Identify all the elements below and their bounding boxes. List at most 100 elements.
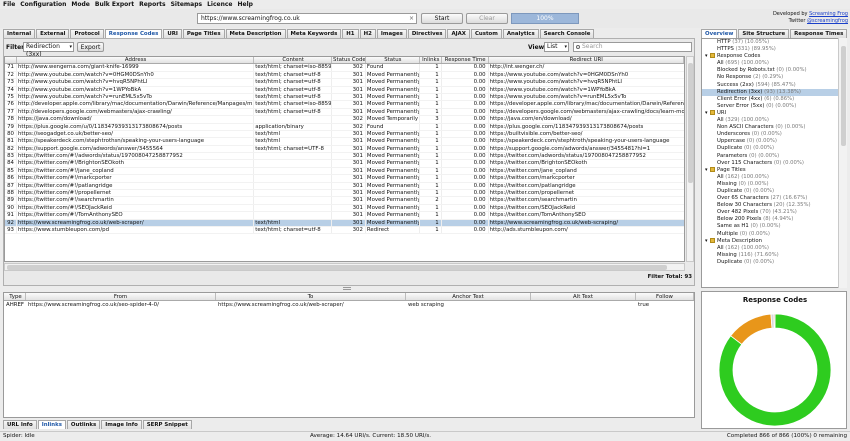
tab-internal[interactable]: Internal bbox=[3, 29, 36, 38]
column-header-row-number[interactable] bbox=[5, 57, 17, 64]
menu-item-file[interactable]: File bbox=[3, 1, 15, 8]
tree-item[interactable]: Over 115 Characters (0) (0.00%) bbox=[702, 160, 846, 167]
menu-item-reports[interactable]: Reports bbox=[139, 1, 166, 8]
table-row[interactable]: 71 http://www.wengerna.com/giant-knife-16… bbox=[5, 64, 684, 72]
tree-item[interactable]: HTTPS (331) (89.95%) bbox=[702, 46, 846, 53]
table-row[interactable]: 75 http://www.youtube.com/watch?v=runEML5… bbox=[5, 93, 684, 102]
view-select[interactable]: List ▾ bbox=[544, 42, 569, 52]
filter-select[interactable]: Redirection (3xx) ▾ bbox=[23, 42, 74, 58]
tree-item[interactable]: All (695) (100.00%) bbox=[702, 60, 846, 67]
tree-item[interactable]: Over 482 Pixels (70) (43.21%) bbox=[702, 209, 846, 216]
tab-response-codes[interactable]: Response Codes bbox=[104, 29, 163, 38]
tree-item[interactable]: Duplicate (0) (0.00%) bbox=[702, 145, 846, 152]
twitter-link[interactable]: @screamingfrog bbox=[807, 18, 848, 24]
tab-uri[interactable]: URI bbox=[163, 29, 182, 38]
start-button[interactable]: Start bbox=[421, 13, 463, 24]
menu-item-configuration[interactable]: Configuration bbox=[20, 1, 66, 8]
table-row[interactable]: 90 https://twitter.com/#!/SEOJackReid 301 M… bbox=[5, 204, 684, 213]
tab-page-titles[interactable]: Page Titles bbox=[182, 29, 225, 38]
scroll-thumb[interactable] bbox=[7, 265, 667, 270]
tab-images[interactable]: Images bbox=[376, 29, 407, 38]
table-row[interactable]: 85 https://twitter.com/#!/jane_copland 301… bbox=[5, 167, 684, 176]
column-header-anchor-text[interactable]: Anchor Text bbox=[406, 293, 531, 300]
tree-group[interactable]: ▾ URI bbox=[702, 109, 846, 117]
menu-item-licence[interactable]: Licence bbox=[207, 1, 232, 8]
table-row[interactable]: 73 http://www.youtube.com/watch?v=hvqR5NP… bbox=[5, 79, 684, 87]
tab-serp-snippet[interactable]: SERP Snippet bbox=[142, 420, 192, 429]
export-button[interactable]: Export bbox=[77, 42, 104, 52]
tree-group[interactable]: ▾ Meta Description bbox=[702, 237, 846, 245]
column-header-address[interactable]: Address bbox=[17, 57, 255, 64]
column-header-redirect-uri[interactable]: Redirect URI bbox=[489, 57, 684, 64]
scroll-thumb[interactable] bbox=[688, 63, 693, 183]
table-row[interactable]: 87 https://twitter.com/#!/patlangridge 301… bbox=[5, 182, 684, 191]
tab-url-info[interactable]: URL Info bbox=[3, 420, 37, 429]
tab-overview[interactable]: Overview bbox=[701, 29, 738, 38]
menu-item-mode[interactable]: Mode bbox=[71, 1, 89, 8]
collapse-icon[interactable]: ▾ bbox=[705, 53, 709, 60]
tree-item[interactable]: Missing (116) (71.60%) bbox=[702, 252, 846, 259]
table-row[interactable]: 81 https://speakerdeck.com/stephtrothsn/s… bbox=[5, 138, 684, 146]
tree-item[interactable]: All (162) (100.00%) bbox=[702, 245, 846, 252]
table-row[interactable]: 76 http://developer.apple.com/library/mac… bbox=[5, 101, 684, 109]
column-header-inlinks[interactable]: Inlinks bbox=[420, 57, 442, 64]
tab-image-info[interactable]: Image Info bbox=[101, 420, 142, 429]
tree-item[interactable]: Duplicate (0) (0.00%) bbox=[702, 259, 846, 266]
tab-h1[interactable]: H1 bbox=[342, 29, 359, 38]
column-header-content[interactable]: Content bbox=[254, 57, 333, 64]
table-row[interactable]: 92 https://www.screamingfrog.co.uk/web-sc… bbox=[5, 219, 684, 227]
tab-meta-description[interactable]: Meta Description bbox=[225, 29, 286, 38]
chart-slice-no-response[interactable] bbox=[773, 313, 776, 329]
table-row[interactable]: 93 https://www.stumbleupon.com/pd text/htm… bbox=[5, 226, 684, 235]
table-row[interactable]: 88 https://twitter.com/#!/propellernet 301… bbox=[5, 190, 684, 198]
tree-item[interactable]: Missing (0) (0.00%) bbox=[702, 181, 846, 188]
tree-item[interactable]: Below 30 Characters (20) (12.35%) bbox=[702, 202, 846, 209]
tab-external[interactable]: External bbox=[36, 29, 70, 38]
tab-search-console[interactable]: Search Console bbox=[539, 29, 595, 38]
tree-item[interactable]: Over 65 Characters (27) (16.67%) bbox=[702, 195, 846, 202]
column-header-status-code[interactable]: Status Code bbox=[332, 57, 366, 64]
table-row[interactable]: 86 https://twitter.com/#!/markcporter 301 M… bbox=[5, 175, 684, 183]
tab-directives[interactable]: Directives bbox=[407, 29, 447, 38]
table-row[interactable]: 72 http://www.youtube.com/watch?v=0HGM0DS… bbox=[5, 71, 684, 80]
column-header-response-time[interactable]: Response Time bbox=[442, 57, 489, 64]
tab-h2[interactable]: H2 bbox=[359, 29, 376, 38]
tree-item[interactable]: All (329) (100.00%) bbox=[702, 117, 846, 124]
clear-button[interactable]: Clear bbox=[466, 13, 508, 24]
tree-item[interactable]: Blocked by Robots.txt (0) (0.00%) bbox=[702, 67, 846, 74]
menu-item-help[interactable]: Help bbox=[238, 1, 253, 8]
tree-item[interactable]: HTTP (37) (10.05%) bbox=[702, 39, 846, 46]
tab-custom[interactable]: Custom bbox=[470, 29, 502, 38]
tab-analytics[interactable]: Analytics bbox=[502, 29, 539, 38]
column-header-type[interactable]: Type bbox=[4, 293, 26, 300]
tab-response-times[interactable]: Response Times bbox=[790, 29, 848, 38]
tab-site-structure[interactable]: Site Structure bbox=[738, 29, 790, 38]
collapse-icon[interactable]: ▾ bbox=[705, 167, 709, 174]
tree-item[interactable]: Non ASCII Characters (0) (0.00%) bbox=[702, 124, 846, 131]
tree-item[interactable]: Below 200 Pixels (8) (4.94%) bbox=[702, 216, 846, 223]
table-row[interactable]: 74 http://www.youtube.com/watch?v=1WPYoBk… bbox=[5, 86, 684, 94]
tree-group[interactable]: ▾ Response Codes bbox=[702, 53, 846, 60]
tree-item[interactable]: Redirection (3xx) (93) (13.38%) bbox=[702, 88, 846, 96]
clear-url-icon[interactable]: × bbox=[409, 14, 414, 23]
menu-item-bulk-export[interactable]: Bulk Export bbox=[95, 1, 134, 8]
tree-item[interactable]: All (162) (100.00%) bbox=[702, 174, 846, 181]
tree-item[interactable]: Success (2xx) (594) (85.47%) bbox=[702, 82, 846, 89]
table-row[interactable]: 77 http://developers.google.com/webmaster… bbox=[5, 108, 684, 117]
table-row[interactable]: 78 https://java.com/download/302 Moved Tem… bbox=[5, 116, 684, 124]
table-row[interactable]: 79 https://plus.google.com/u/0/1183479393… bbox=[5, 123, 684, 131]
table-row[interactable]: 80 https://seogadget.co.uk/better-seo/tex… bbox=[5, 130, 684, 139]
overview-scrollbar[interactable] bbox=[838, 38, 847, 288]
tree-item[interactable]: Parameters (0) (0.00%) bbox=[702, 153, 846, 160]
tree-item[interactable]: Multiple (0) (0.00%) bbox=[702, 231, 846, 238]
collapse-icon[interactable]: ▾ bbox=[705, 110, 709, 117]
table-row[interactable]: 91 https://twitter.com/#!/TomAnthonySEO 30… bbox=[5, 212, 684, 220]
developer-link[interactable]: Screaming Frog bbox=[809, 11, 848, 17]
table-row[interactable]: 82 https://support.google.com/adwords/ans… bbox=[5, 145, 684, 154]
tree-group[interactable]: ▾ Page Titles bbox=[702, 166, 846, 174]
results-vertical-scrollbar[interactable] bbox=[686, 56, 694, 262]
scroll-thumb[interactable] bbox=[841, 46, 846, 146]
tree-item[interactable]: Underscores (0) (0.00%) bbox=[702, 131, 846, 138]
tab-outlinks[interactable]: Outlinks bbox=[66, 420, 101, 429]
table-row[interactable]: 83 https://twitter.com/#!/adwords/status/… bbox=[5, 153, 684, 161]
